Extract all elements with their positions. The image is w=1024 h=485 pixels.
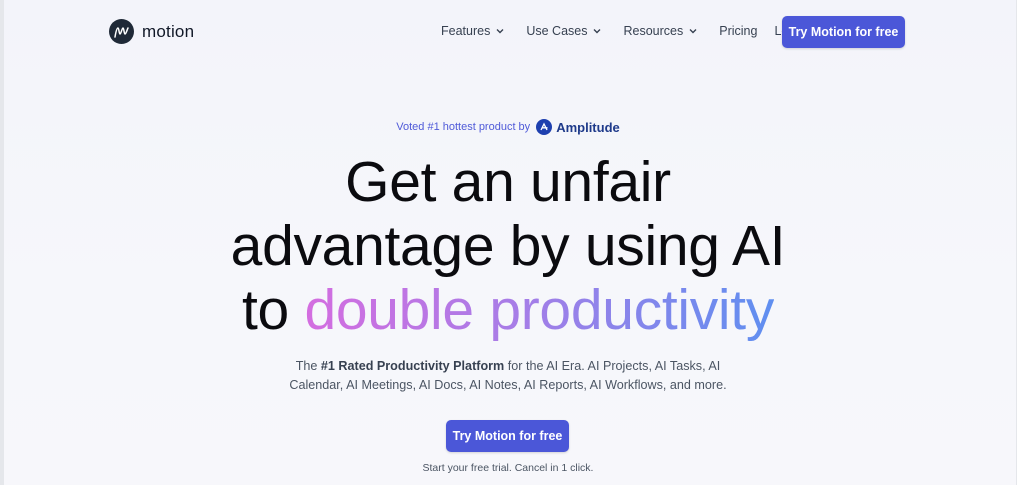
nav-use-cases[interactable]: Use Cases: [526, 24, 602, 38]
try-motion-header-button[interactable]: Try Motion for free: [782, 16, 905, 48]
headline-highlight: double productivity: [304, 278, 775, 342]
nav-use-cases-label: Use Cases: [526, 24, 588, 38]
voted-text: Voted #1 hottest product by: [396, 121, 531, 133]
amplitude-logo: Amplitude: [536, 119, 620, 135]
headline-line-1: Get an unfair: [345, 150, 671, 214]
nav-resources[interactable]: Resources: [623, 24, 698, 38]
window-scrollbar[interactable]: [1016, 0, 1024, 485]
chevron-down-icon: [593, 29, 601, 34]
sub-line1-rest: for the AI Era. AI Projects, AI Tasks, A…: [504, 359, 721, 373]
trial-note: Start your free trial. Cancel in 1 click…: [422, 462, 594, 474]
logo-text: motion: [142, 21, 195, 41]
nav-features[interactable]: Features: [441, 24, 505, 38]
chevron-down-icon: [496, 29, 504, 34]
nav-resources-label: Resources: [623, 24, 684, 38]
motion-logo-icon: [109, 19, 134, 44]
headline-line-2: advantage by using AI: [230, 214, 786, 278]
motion-logo[interactable]: motion: [109, 19, 194, 44]
amplitude-text: Amplitude: [556, 119, 620, 135]
sub-bold: #1 Rated Productivity Platform: [320, 359, 505, 373]
sub-prefix: The: [295, 359, 321, 373]
chevron-down-icon: [689, 29, 697, 34]
sub-line2: Calendar, AI Meetings, AI Docs, AI Notes…: [289, 378, 727, 392]
amplitude-icon: [536, 119, 553, 135]
headline-line-3-prefix: to: [241, 278, 305, 342]
try-motion-hero-button[interactable]: Try Motion for free: [446, 420, 569, 452]
site-header: motion Features Use Cases Resources Pric…: [0, 0, 1016, 64]
nav-pricing[interactable]: Pricing: [719, 24, 757, 38]
hero-headline: Get an unfair advantage by using AI to d…: [0, 150, 1016, 342]
nav-features-label: Features: [441, 24, 491, 38]
main-nav: Features Use Cases Resources Pricing Log…: [441, 24, 822, 38]
voted-badge: Voted #1 hottest product by Amplitude: [0, 119, 1016, 135]
hero-subtitle: The #1 Rated Productivity Platform for t…: [0, 357, 1016, 395]
